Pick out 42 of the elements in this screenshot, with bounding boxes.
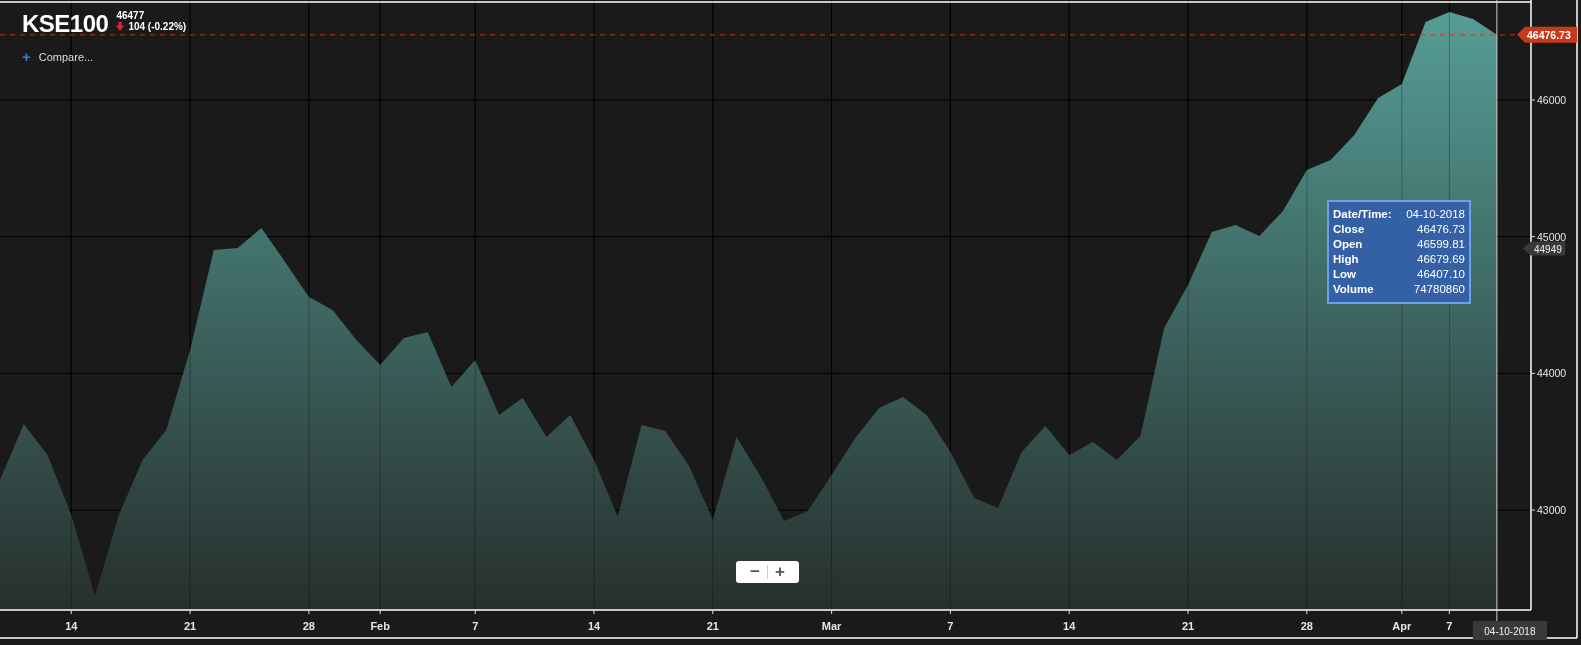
axis-label: Apr — [1392, 620, 1412, 632]
tooltip-label: Date/Time: — [1333, 207, 1392, 222]
axis-label: 7 — [947, 620, 954, 632]
axis-label: 45000 — [1537, 230, 1567, 243]
tooltip-label: Open — [1333, 237, 1363, 252]
axis-label: 43000 — [1537, 504, 1567, 517]
crosshair-tag: 44949 — [1523, 241, 1565, 256]
axis-label: 21 — [1181, 620, 1195, 632]
ref-line-label: 46476.73 — [1527, 28, 1571, 41]
axis-label: 7 — [1446, 620, 1453, 632]
axis-label: Feb — [370, 620, 390, 632]
price-value: 46477 — [116, 10, 146, 21]
tooltip-value: 04-10-2018 — [1406, 207, 1465, 222]
plus-icon[interactable]: + — [22, 50, 31, 65]
axis-label: 44000 — [1537, 367, 1567, 380]
axis-label: Mar — [821, 620, 842, 632]
tooltip-label: Close — [1333, 222, 1365, 237]
zoom-in-button[interactable]: + — [768, 562, 792, 582]
tooltip-label: Low — [1333, 267, 1356, 282]
axis-label: 14 — [65, 620, 78, 632]
down-arrow-icon — [116, 22, 125, 31]
tooltip-value: 46599.81 — [1417, 237, 1465, 252]
price-tag: 46476.73 — [1517, 26, 1577, 43]
crosshair-date: 04-10-2018 — [1472, 621, 1547, 640]
tooltip-value: 74780860 — [1413, 282, 1465, 297]
tooltip-value: 46679.69 — [1417, 252, 1465, 267]
tooltip-label: Volume — [1333, 282, 1374, 297]
axis-label: 46000 — [1537, 93, 1567, 106]
tooltip-label: High — [1333, 252, 1359, 267]
symbol-title: KSE100 — [22, 10, 109, 38]
axis-label: 28 — [302, 620, 315, 632]
tooltip-value: 46476.73 — [1417, 222, 1465, 237]
tooltip-value: 46407.10 — [1417, 267, 1465, 282]
axis-label: 7 — [472, 620, 479, 632]
zoom-out-button[interactable]: − — [743, 562, 767, 582]
axis-label: 21 — [706, 620, 719, 632]
price-change: 104 (-0.22%) — [128, 21, 187, 32]
axis-label: 14 — [1063, 620, 1076, 632]
axis-label: 21 — [183, 620, 197, 632]
axis-label: 14 — [587, 620, 601, 632]
axis-label: 28 — [1300, 620, 1313, 632]
compare-link[interactable]: Compare... — [38, 49, 94, 66]
